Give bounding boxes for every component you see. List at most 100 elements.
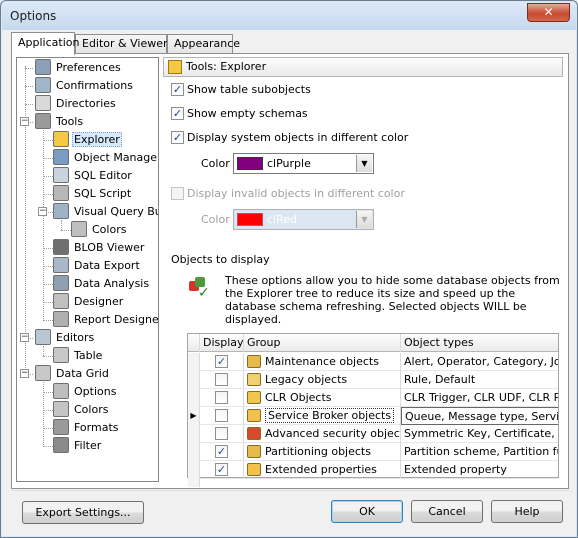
group-name: Extended properties <box>265 463 377 476</box>
grid-row[interactable]: Legacy objects Rule, Default <box>188 371 558 389</box>
grid-row[interactable]: ▶ Service Broker objects Queue, Message ty… <box>188 407 558 425</box>
tab-appearance[interactable]: Appearance <box>167 34 240 54</box>
panel-title: Tools: Explorer <box>186 60 267 73</box>
object-group-icon <box>247 355 261 368</box>
tree-collapse-toggle[interactable]: − <box>20 369 29 378</box>
display-checkbox[interactable] <box>215 391 228 404</box>
display-checkbox[interactable] <box>215 427 228 440</box>
tree-item-blob-viewer[interactable]: BLOB Viewer <box>53 239 146 257</box>
tree-item-colors[interactable]: Colors <box>53 401 110 419</box>
tree-item-label: SQL Editor <box>74 169 132 182</box>
tree-item-tools[interactable]: Tools <box>35 113 85 131</box>
tab-application-label: Application <box>18 36 80 49</box>
tree-item-sql-editor[interactable]: SQL Editor <box>53 167 134 185</box>
grid-row[interactable]: ✓ Maintenance objects Alert, Operator, Cat… <box>188 353 558 371</box>
tree-guide-line <box>43 266 53 267</box>
object-types-cell: Extended property <box>404 463 507 476</box>
display-invalid-objects-checkbox[interactable] <box>171 187 184 200</box>
display-checkbox[interactable] <box>215 409 228 422</box>
tree-item-label: Designer <box>74 295 124 308</box>
group-cell: Extended properties <box>244 461 401 479</box>
tree-item-label: SQL Script <box>74 187 132 200</box>
title-bar[interactable]: Options ✕ <box>2 2 576 30</box>
display-checkbox[interactable] <box>215 373 228 386</box>
tree-collapse-toggle[interactable]: − <box>20 333 29 342</box>
object-manager-icon <box>53 149 69 165</box>
object-group-icon <box>247 445 261 458</box>
tab-editor-viewers[interactable]: Editor & Viewers <box>75 34 173 54</box>
tree-item-sql-script[interactable]: SQL Script <box>53 185 133 203</box>
tree-item-data-analysis[interactable]: Data Analysis <box>53 275 151 293</box>
tree-guide-line <box>43 410 53 411</box>
row-indicator <box>188 371 200 389</box>
tree-item-designer[interactable]: Designer <box>53 293 125 311</box>
grid-header-group[interactable]: Group <box>244 334 401 352</box>
grid-header-display[interactable]: Display <box>200 334 244 352</box>
tree-item-label: Options <box>74 385 117 398</box>
tree-item-report-designer[interactable]: Report Designer <box>53 311 158 329</box>
tree-item-label: Filter <box>74 439 102 452</box>
display-system-objects-label: Display system objects in different colo… <box>187 131 409 144</box>
tree-item-confirmations[interactable]: Confirmations <box>35 77 135 95</box>
tree-item-visual-query-build[interactable]: Visual Query Build <box>53 203 158 221</box>
tree-item-directories[interactable]: Directories <box>35 95 118 113</box>
show-empty-schemas-checkbox[interactable]: ✓ <box>171 107 184 120</box>
display-checkbox[interactable]: ✓ <box>215 445 228 458</box>
window-title: Options <box>10 9 57 23</box>
tree-guide-line <box>43 302 53 303</box>
tree-item-object-manager[interactable]: Object Manager <box>53 149 158 167</box>
options-tree[interactable]: Preferences Confirmations Directories Tools… <box>16 57 159 482</box>
cancel-button[interactable]: Cancel <box>411 500 483 523</box>
display-system-objects-checkbox[interactable]: ✓ <box>171 131 184 144</box>
filter-icon <box>53 437 69 453</box>
ok-button[interactable]: OK <box>331 500 403 523</box>
object-types-cell: Rule, Default <box>404 373 476 386</box>
grid-row[interactable]: Advanced security objects Symmetric Key, … <box>188 425 558 443</box>
display-checkbox[interactable]: ✓ <box>215 463 228 476</box>
tree-item-colors[interactable]: Colors <box>71 221 128 239</box>
group-name: Partitioning objects <box>265 445 371 458</box>
display-invalid-objects-label: Display invalid objects in different col… <box>187 187 405 200</box>
tree-collapse-toggle[interactable]: − <box>38 207 47 216</box>
display-cell: ✓ <box>200 353 244 371</box>
panel-header: Tools: Explorer <box>163 57 563 77</box>
invalid-color-select[interactable]: clRed ▼ <box>233 209 374 230</box>
grid-row[interactable]: ✓ Partitioning objects Partition scheme, P… <box>188 443 558 461</box>
chevron-down-icon[interactable]: ▼ <box>356 155 372 172</box>
tree-item-formats[interactable]: Formats <box>53 419 121 437</box>
system-color-select[interactable]: clPurple ▼ <box>233 153 374 174</box>
export-settings-button[interactable]: Export Settings... <box>22 501 144 524</box>
tab-application[interactable]: Application <box>11 32 79 55</box>
grid-header-types[interactable]: Object types <box>401 334 558 352</box>
show-table-subobjects-label: Show table subobjects <box>187 83 311 96</box>
close-button[interactable]: ✕ <box>527 3 570 22</box>
show-table-subobjects-checkbox[interactable]: ✓ <box>171 83 184 96</box>
object-types-cell: Alert, Operator, Category, Job, <box>404 355 558 368</box>
tree-item-table[interactable]: Table <box>53 347 104 365</box>
tree-item-filter[interactable]: Filter <box>53 437 103 455</box>
object-group-icon <box>247 391 261 404</box>
editors-icon <box>35 329 51 345</box>
tree-item-data-grid[interactable]: Data Grid <box>35 365 111 383</box>
tree-item-data-export[interactable]: Data Export <box>53 257 142 275</box>
tree-item-label: Data Grid <box>56 367 109 380</box>
display-checkbox[interactable]: ✓ <box>215 355 228 368</box>
tree-item-preferences[interactable]: Preferences <box>35 59 123 77</box>
tree-guide-line <box>43 392 53 393</box>
sql-editor-icon <box>53 167 69 183</box>
tree-item-options[interactable]: Options <box>53 383 118 401</box>
tree-item-editors[interactable]: Editors <box>35 329 96 347</box>
visual-query-builder-icon <box>53 203 69 219</box>
grid-row[interactable]: CLR Objects CLR Trigger, CLR UDF, CLR Pro… <box>188 389 558 407</box>
object-types-cell: Symmetric Key, Certificate, Asy <box>404 427 558 440</box>
sql-script-icon <box>53 185 69 201</box>
directories-icon <box>35 95 51 111</box>
tree-guide-line <box>43 428 53 429</box>
help-button[interactable]: Help <box>491 500 563 523</box>
chevron-down-icon[interactable]: ▼ <box>356 211 372 228</box>
table-icon <box>53 347 69 363</box>
tree-collapse-toggle[interactable]: − <box>20 117 29 126</box>
tree-item-explorer[interactable]: Explorer <box>53 131 122 149</box>
grid-row[interactable]: ✓ Extended properties Extended property <box>188 461 558 479</box>
explorer-settings-panel: Tools: Explorer ✓ Show table subobjects … <box>163 57 563 487</box>
